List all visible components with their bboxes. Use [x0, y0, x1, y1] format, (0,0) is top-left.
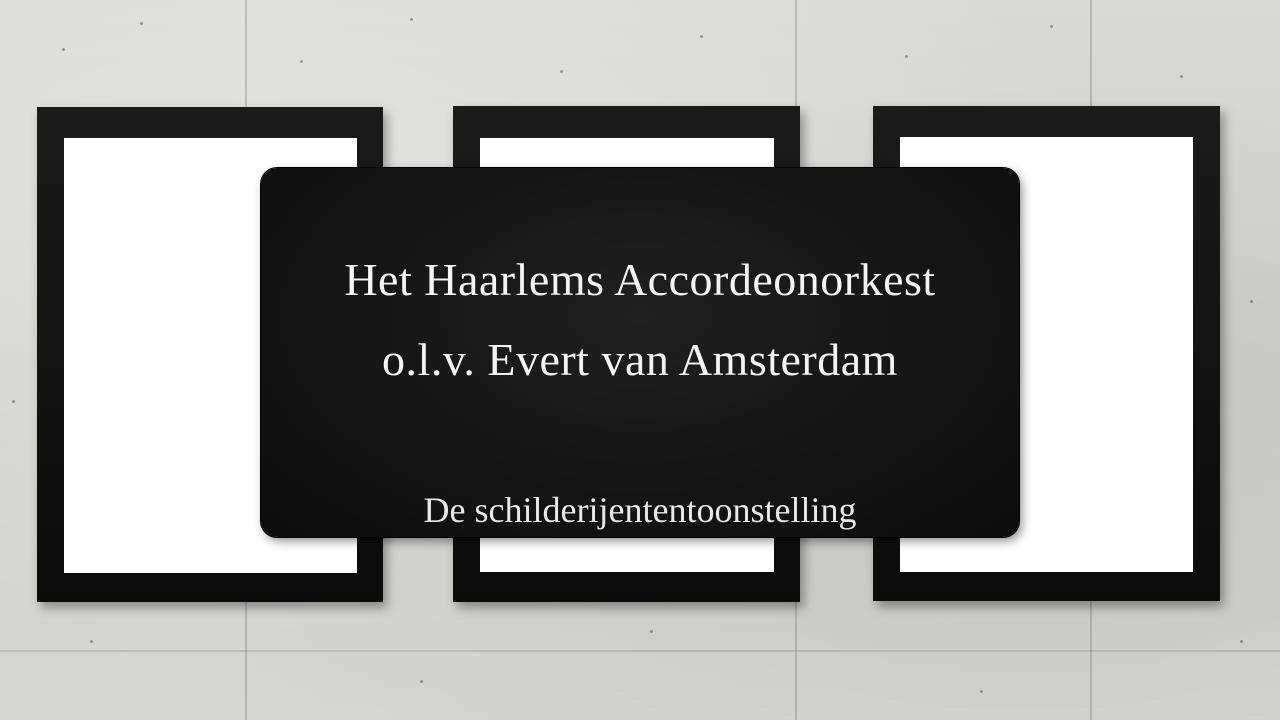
- wall-texture: [420, 680, 423, 683]
- title-line-2: o.l.v. Evert van Amsterdam: [382, 334, 898, 385]
- wall-texture: [1180, 75, 1183, 78]
- title-line-1: Het Haarlems Accordeonorkest: [344, 254, 936, 305]
- wall-texture: [560, 70, 563, 73]
- wall-seam-horizontal: [0, 650, 1280, 652]
- wall-texture: [700, 35, 703, 38]
- wall-texture: [90, 640, 93, 643]
- wall-texture: [980, 690, 983, 693]
- wall-texture: [650, 630, 653, 633]
- title-panel: Het Haarlems Accordeonorkest o.l.v. Ever…: [261, 168, 1019, 537]
- slide: Het Haarlems Accordeonorkest o.l.v. Ever…: [0, 0, 1280, 720]
- wall-texture: [905, 55, 908, 58]
- wall-texture: [1250, 300, 1253, 303]
- wall-texture: [62, 48, 65, 51]
- subtitle: De schilderijententoonstelling: [423, 490, 857, 530]
- wall-texture: [410, 18, 413, 21]
- wall-texture: [1240, 640, 1243, 643]
- wall-texture: [12, 400, 15, 403]
- wall-texture: [1050, 25, 1053, 28]
- wall-texture: [300, 60, 303, 63]
- wall-texture: [140, 22, 143, 25]
